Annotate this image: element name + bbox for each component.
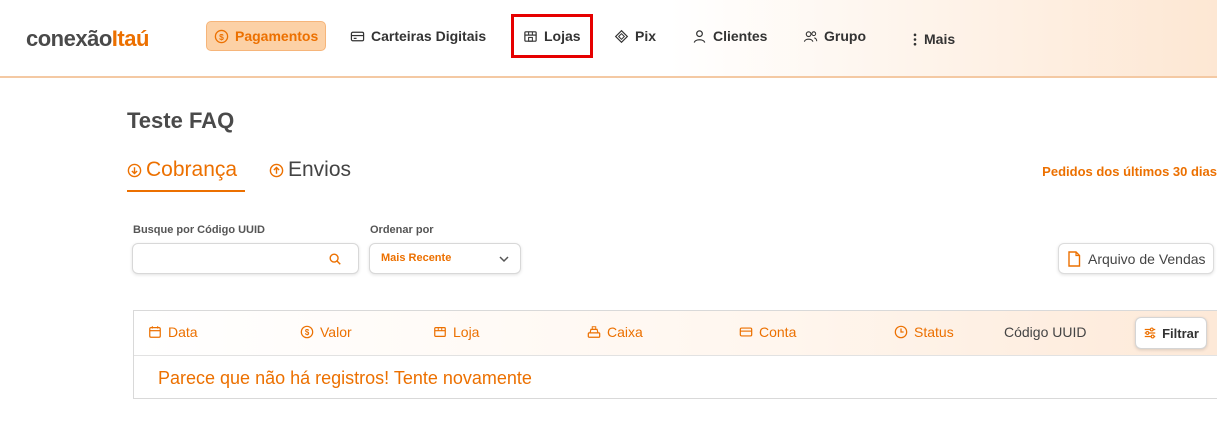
cash-register-icon (587, 326, 601, 338)
search-icon[interactable] (328, 252, 342, 266)
sales-file-label: Arquivo de Vendas (1088, 250, 1206, 267)
vertical-dots-icon (913, 33, 917, 45)
sort-select[interactable]: Mais Recente (369, 243, 521, 274)
column-header-valor: $ Valor (300, 324, 352, 340)
tab-envios[interactable]: Envios (269, 158, 351, 182)
filter-button[interactable]: Filtrar (1135, 317, 1207, 349)
conexao-itau-logo[interactable]: conexãoItaú (26, 26, 149, 52)
period-label: Pedidos dos últimos 30 dias (1042, 164, 1217, 179)
svg-text:$: $ (305, 328, 310, 337)
file-icon (1068, 250, 1081, 267)
clock-icon (894, 325, 908, 339)
dollar-circle-icon: $ (300, 325, 314, 339)
column-header-codigo-uuid: Código UUID (1004, 324, 1087, 340)
nav-item-pagamentos[interactable]: $ Pagamentos (206, 21, 327, 51)
table-header: Data $ Valor Loja Caixa Conta Status Cód… (134, 311, 1217, 356)
store-icon (434, 327, 446, 337)
column-header-status: Status (894, 324, 954, 340)
arrow-down-circle-icon (127, 163, 142, 177)
search-field[interactable] (132, 243, 359, 274)
filter-button-label: Filtrar (1162, 325, 1199, 341)
store-icon (524, 30, 537, 42)
page-title: Teste FAQ (127, 108, 235, 133)
column-header-conta: Conta (739, 324, 796, 340)
sort-label: Ordenar por (370, 224, 434, 236)
top-navigation-bar: conexãoItaú $ Pagamentos Carteiras Digit… (0, 0, 1217, 78)
user-icon (693, 29, 706, 43)
card-icon (739, 327, 753, 337)
nav-item-label: Clientes (713, 28, 768, 44)
sliders-icon (1144, 327, 1156, 339)
nav-item-label: Pagamentos (235, 28, 319, 44)
dollar-circle-icon: $ (214, 29, 229, 43)
column-header-loja: Loja (433, 324, 479, 340)
search-input[interactable] (141, 248, 321, 270)
card-icon (350, 31, 365, 41)
svg-text:$: $ (219, 31, 224, 41)
nav-item-clientes[interactable]: Clientes (685, 21, 774, 51)
nav-item-lojas[interactable]: Lojas (511, 14, 593, 58)
transactions-table: Data $ Valor Loja Caixa Conta Status Cód… (133, 310, 1217, 399)
calendar-icon (149, 326, 161, 338)
nav-item-label: Lojas (544, 28, 581, 44)
nav-item-label: Carteiras Digitais (371, 28, 487, 44)
active-tab-indicator (127, 190, 245, 192)
nav-item-label: Pix (635, 28, 657, 44)
sort-selected-value: Mais Recente (381, 252, 452, 264)
nav-item-pix[interactable]: Pix (607, 21, 663, 51)
nav-item-label: Grupo (824, 28, 866, 44)
tab-cobranca[interactable]: Cobrança (127, 158, 237, 182)
sales-file-button[interactable]: Arquivo de Vendas (1058, 243, 1214, 274)
search-label: Busque por Código UUID (133, 224, 265, 236)
nav-item-carteiras-digitais[interactable]: Carteiras Digitais (343, 21, 493, 51)
nav-item-grupo[interactable]: Grupo (796, 21, 873, 51)
empty-state-message: Parece que não há registros! Tente novam… (158, 368, 532, 388)
column-header-caixa: Caixa (587, 324, 643, 340)
tab-label: Cobrança (146, 158, 238, 181)
nav-item-label: Mais (924, 31, 956, 47)
tab-label: Envios (288, 158, 352, 181)
arrow-up-circle-icon (269, 163, 284, 177)
chevron-down-icon (499, 256, 509, 263)
users-icon (803, 30, 818, 42)
pix-icon (614, 29, 629, 43)
nav-item-mais[interactable]: Mais (905, 24, 962, 54)
column-header-data: Data (148, 324, 198, 340)
